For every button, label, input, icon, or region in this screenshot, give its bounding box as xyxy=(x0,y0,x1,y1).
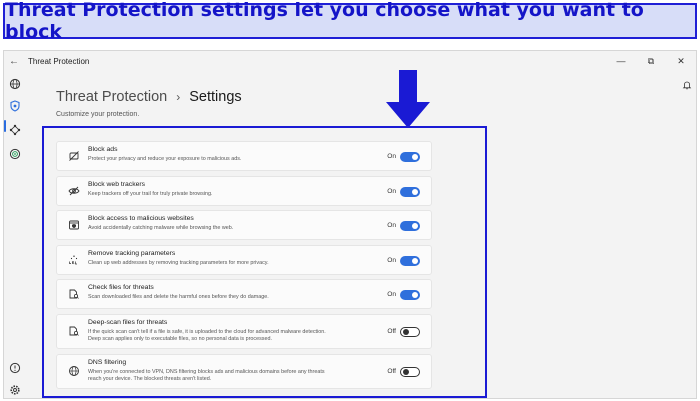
setting-check-files: Check files for threats Scan downloaded … xyxy=(56,279,432,310)
settings-list: Block ads Protect your privacy and reduc… xyxy=(56,141,432,393)
bell-icon[interactable] xyxy=(682,77,694,90)
toggle-knob xyxy=(412,257,418,264)
setting-description: Clean up web addresses by removing track… xyxy=(88,259,269,266)
setting-description: When you're connected to VPN, DNS filter… xyxy=(88,369,325,384)
setting-title: Block ads xyxy=(88,146,118,153)
ad-block-icon xyxy=(68,150,80,162)
setting-block-web-trackers: Block web trackers Keep trackers off you… xyxy=(56,175,432,206)
dns-filtering-toggle[interactable] xyxy=(400,366,420,377)
setting-title: Deep-scan files for threats xyxy=(88,318,168,326)
setting-title: Check files for threats xyxy=(88,284,154,292)
left-nav-rail xyxy=(4,71,26,398)
description-line: When you're connected to VPN, DNS filter… xyxy=(88,368,325,375)
toggle-knob xyxy=(412,292,418,299)
setting-description: Protect your privacy and reduce your exp… xyxy=(88,156,242,162)
setting-description: Avoid accidentally catching malware whil… xyxy=(88,225,234,232)
toggle-knob xyxy=(412,188,418,195)
check-files-toggle[interactable] xyxy=(400,290,420,301)
description-line: If the quick scan can't tell if a file i… xyxy=(88,328,326,335)
toggle-state-label: On xyxy=(387,222,396,230)
cloud-scan-icon xyxy=(68,325,80,337)
setting-description: Keep trackers off your trail for truly p… xyxy=(88,190,213,197)
setting-block-malicious-websites: Block access to malicious websites Avoid… xyxy=(56,210,432,241)
help-icon[interactable] xyxy=(8,361,22,375)
setting-title: Block access to malicious websites xyxy=(88,215,194,223)
setting-remove-tracking-parameters: Remove tracking parameters Clean up web … xyxy=(56,244,432,275)
globe-nav-icon[interactable] xyxy=(8,77,22,91)
breadcrumb-separator: › xyxy=(176,90,181,104)
browser-shield-icon xyxy=(68,219,80,231)
title-bar: ← Threat Protection xyxy=(4,51,696,71)
setting-description: Scan downloaded files and delete the har… xyxy=(88,294,269,301)
window-title: Threat Protection xyxy=(28,56,90,66)
toggle-knob xyxy=(402,369,409,376)
globe-icon xyxy=(68,365,80,377)
window-controls: — ⧉ ✕ xyxy=(606,51,696,71)
caption-text: Threat Protection settings let you choos… xyxy=(5,0,644,43)
description-line: Deep scan applies only to executable fil… xyxy=(88,336,272,343)
toggle-knob xyxy=(412,223,418,230)
block-malicious-websites-toggle[interactable] xyxy=(400,221,420,232)
settings-gear-icon[interactable] xyxy=(8,383,22,397)
back-arrow-icon[interactable]: ← xyxy=(4,56,24,67)
breadcrumb-parent[interactable]: Threat Protection xyxy=(56,89,167,105)
remove-tracking-parameters-toggle[interactable] xyxy=(400,255,420,266)
file-scan-icon xyxy=(68,288,80,300)
setting-title: Block web trackers xyxy=(88,180,146,188)
setting-description: If the quick scan can't tell if a file i… xyxy=(88,329,326,344)
annotation-down-arrow-icon xyxy=(386,70,430,128)
toggle-state-label: On xyxy=(387,291,396,299)
toggle-state-label: Off xyxy=(387,367,396,375)
meshnet-nav-icon[interactable] xyxy=(8,123,22,137)
setting-title: Remove tracking parameters xyxy=(88,249,176,257)
description-line: reach your device. The blocked threats a… xyxy=(88,375,212,382)
page-title: Settings xyxy=(189,89,242,105)
deep-scan-files-toggle[interactable] xyxy=(400,326,420,337)
setting-block-ads: Block ads Protect your privacy and reduc… xyxy=(56,141,432,171)
setting-deep-scan-files: Deep-scan files for threats If the quick… xyxy=(56,313,432,349)
close-button[interactable]: ✕ xyxy=(666,51,696,71)
restore-button[interactable]: ⧉ xyxy=(636,51,666,71)
app-window: ← Threat Protection — ⧉ ✕ Threat Protect… xyxy=(3,50,697,399)
setting-dns-filtering: DNS filtering When you're connected to V… xyxy=(56,353,432,389)
shield-nav-icon[interactable] xyxy=(8,99,22,113)
caption-banner: Threat Protection settings let you choos… xyxy=(3,0,697,43)
eye-slash-icon xyxy=(68,185,80,197)
target-nav-icon[interactable] xyxy=(8,147,22,161)
toggle-state-label: On xyxy=(387,256,396,264)
setting-title: DNS filtering xyxy=(88,358,127,366)
active-indicator xyxy=(4,120,6,132)
toggle-state-label: On xyxy=(387,187,396,195)
url-icon xyxy=(68,254,80,266)
minimize-button[interactable]: — xyxy=(606,51,636,71)
toggle-knob xyxy=(412,154,418,160)
breadcrumb: Threat Protection › Settings xyxy=(56,89,242,105)
page-subtitle: Customize your protection. xyxy=(56,111,140,118)
block-ads-toggle[interactable] xyxy=(400,152,420,162)
toggle-state-label: On xyxy=(387,153,396,160)
block-web-trackers-toggle[interactable] xyxy=(400,186,420,197)
toggle-knob xyxy=(402,329,409,336)
toggle-state-label: Off xyxy=(387,327,396,335)
